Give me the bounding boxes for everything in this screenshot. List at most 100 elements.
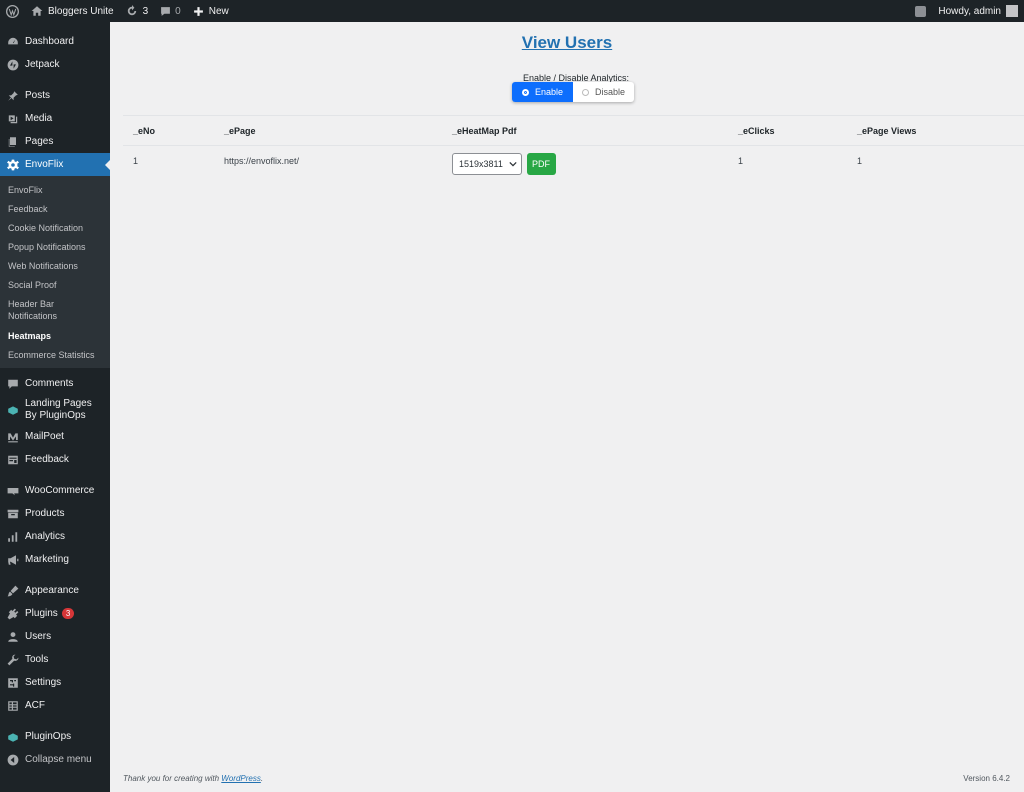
menu-settings[interactable]: Settings (0, 671, 110, 694)
archive-icon (6, 507, 19, 520)
grid-icon (6, 699, 19, 712)
wordpress-logo-link[interactable] (0, 0, 25, 22)
menu-label: Pages (25, 136, 54, 147)
table-row: 1 https://envoflix.net/ 1519x3811 PDF 1 … (123, 146, 1024, 186)
media-icon (6, 112, 19, 125)
updates-link[interactable]: 3 (120, 0, 155, 22)
new-content-link[interactable]: New (187, 0, 235, 22)
wrench-icon (6, 653, 19, 666)
menu-label: Users (25, 631, 52, 642)
submenu-social-proof[interactable]: Social Proof (0, 275, 110, 294)
resolution-select[interactable]: 1519x3811 (452, 153, 522, 175)
collapse-menu-button[interactable]: Collapse menu (0, 748, 110, 771)
menu-feedback[interactable]: Feedback (0, 448, 110, 471)
submenu-ecommerce-statistics[interactable]: Ecommerce Statistics (0, 345, 110, 364)
menu-label: EnvoFlix (25, 159, 64, 170)
menu-label: WooCommerce (25, 485, 95, 496)
menu-products[interactable]: Products (0, 502, 110, 525)
plugins-update-badge: 3 (61, 608, 75, 619)
menu-media[interactable]: Media (0, 107, 110, 130)
envoflix-submenu: EnvoFlix Feedback Cookie Notification Po… (0, 176, 110, 368)
woocommerce-icon (6, 484, 19, 497)
menu-label: Dashboard (25, 36, 74, 47)
menu-posts[interactable]: Posts (0, 84, 110, 107)
mailpoet-icon (6, 430, 19, 443)
submenu-feedback[interactable]: Feedback (0, 199, 110, 218)
menu-acf[interactable]: ACF (0, 694, 110, 717)
home-icon (31, 6, 43, 16)
disable-option[interactable]: Disable (573, 82, 634, 102)
menu-label: Media (25, 113, 53, 124)
submenu-header-bar-notifications[interactable]: Header Bar Notifications (0, 294, 110, 326)
menu-tools[interactable]: Tools (0, 648, 110, 671)
main-content: View Users Enable / Disable Analytics: E… (110, 22, 1024, 792)
menu-label: Analytics (25, 531, 66, 542)
menu-users[interactable]: Users (0, 625, 110, 648)
menu-mailpoet[interactable]: MailPoet (0, 425, 110, 448)
enable-radio[interactable] (521, 88, 529, 96)
menu-appearance[interactable]: Appearance (0, 579, 110, 602)
comment-icon (6, 377, 19, 390)
menu-label: Tools (25, 654, 49, 665)
menu-label: Jetpack (25, 59, 60, 70)
submenu-heatmaps[interactable]: Heatmaps (0, 326, 110, 345)
admin-bar: Bloggers Unite 3 0 New Howdy, admin (0, 0, 1024, 22)
wordpress-link[interactable]: WordPress (221, 774, 261, 783)
menu-marketing[interactable]: Marketing (0, 548, 110, 571)
users-icon (6, 630, 19, 643)
table-header-row: _eNo _ePage _eHeatMap Pdf _eClicks _ePag… (123, 115, 1024, 146)
my-account-link[interactable]: Howdy, admin (932, 0, 1024, 22)
analytics-toggle: Enable Disable (512, 82, 634, 102)
menu-label: Appearance (25, 585, 79, 596)
feedback-icon (6, 453, 19, 466)
submenu-envoflix[interactable]: EnvoFlix (0, 180, 110, 199)
column-header-epage: _ePage (214, 115, 442, 146)
page-title[interactable]: View Users (110, 33, 1024, 53)
menu-envoflix[interactable]: EnvoFlix (0, 153, 110, 176)
menu-pluginops[interactable]: PluginOps (0, 725, 110, 748)
pin-icon (6, 89, 19, 102)
cell-epage-views: 1 (857, 156, 863, 166)
menu-comments[interactable]: Comments (0, 372, 110, 395)
column-header-heatmap-pdf: _eHeatMap Pdf (442, 115, 728, 146)
enable-label: Enable (534, 87, 564, 97)
notification-link[interactable] (909, 0, 932, 22)
collapse-icon (6, 753, 19, 766)
cell-eclicks: 1 (738, 156, 744, 166)
menu-landing-pages[interactable]: Landing Pages By PluginOps (0, 395, 110, 425)
comments-link[interactable]: 0 (154, 0, 187, 22)
submenu-web-notifications[interactable]: Web Notifications (0, 256, 110, 275)
megaphone-icon (6, 553, 19, 566)
cell-epage: https://envoflix.net/ (224, 156, 300, 166)
menu-label: Posts (25, 90, 51, 101)
wordpress-icon (6, 4, 19, 18)
pdf-button[interactable]: PDF (526, 153, 556, 175)
menu-dashboard[interactable]: Dashboard (0, 30, 110, 53)
menu-jetpack[interactable]: Jetpack (0, 53, 110, 76)
menu-analytics[interactable]: Analytics (0, 525, 110, 548)
site-name-link[interactable]: Bloggers Unite (25, 0, 120, 22)
menu-label: Products (25, 508, 65, 519)
comments-count: 0 (175, 5, 181, 17)
menu-label: MailPoet (25, 431, 64, 442)
disable-radio[interactable] (581, 88, 589, 96)
submenu-cookie-notification[interactable]: Cookie Notification (0, 218, 110, 237)
disable-label: Disable (594, 87, 625, 97)
pluginops-icon (6, 404, 19, 417)
menu-pages[interactable]: Pages (0, 130, 110, 153)
menu-label: PluginOps (25, 731, 72, 742)
column-header-eno: _eNo (123, 115, 214, 146)
pages-icon (6, 135, 19, 148)
menu-plugins[interactable]: Plugins 3 (0, 602, 110, 625)
menu-label: Marketing (25, 554, 69, 565)
menu-woocommerce[interactable]: WooCommerce (0, 479, 110, 502)
updates-count: 3 (142, 5, 149, 17)
pluginops-icon (6, 730, 19, 743)
users-table: _eNo _ePage _eHeatMap Pdf _eClicks _ePag… (123, 115, 1024, 186)
howdy-text: Howdy, admin (938, 5, 1001, 17)
updates-icon (127, 5, 136, 16)
footer-version: Version 6.4.2 (963, 774, 1010, 783)
enable-option[interactable]: Enable (512, 82, 573, 102)
gear-icon (6, 158, 19, 171)
submenu-popup-notifications[interactable]: Popup Notifications (0, 237, 110, 256)
